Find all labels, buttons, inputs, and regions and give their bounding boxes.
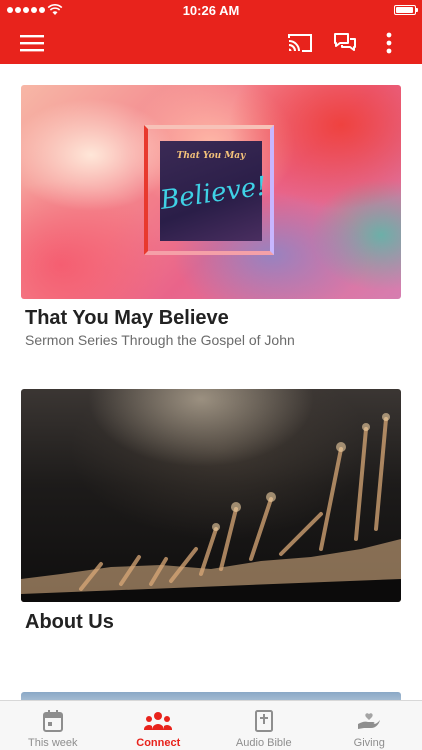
status-bar: 10:26 AM bbox=[0, 0, 422, 22]
series-cover-art: That You May Believe! bbox=[158, 141, 269, 241]
chat-bubbles-icon bbox=[334, 33, 356, 51]
tab-this-week[interactable]: This week bbox=[0, 701, 106, 750]
tab-label: Audio Bible bbox=[235, 737, 292, 749]
raised-hands-silhouette bbox=[21, 413, 401, 602]
tab-audio-bible[interactable]: Audio Bible bbox=[211, 701, 317, 750]
menu-button[interactable] bbox=[14, 29, 50, 57]
app-bar bbox=[0, 22, 422, 64]
feed: That You May Believe! That You May Belie… bbox=[0, 64, 422, 700]
card-subtitle: Sermon Series Through the Gospel of John bbox=[25, 332, 295, 348]
bottom-tab-bar: This week Connect Audio Bible Giving bbox=[0, 700, 422, 750]
tab-label: Giving bbox=[353, 737, 385, 749]
about-us-image[interactable] bbox=[21, 389, 401, 602]
card-title[interactable]: That You May Believe bbox=[25, 307, 229, 330]
calendar-icon bbox=[42, 710, 63, 732]
card-title[interactable]: About Us bbox=[25, 611, 114, 634]
tab-connect[interactable]: Connect bbox=[106, 701, 212, 750]
people-group-icon bbox=[144, 712, 173, 730]
app-header: 10:26 AM bbox=[0, 0, 422, 64]
chat-button[interactable] bbox=[330, 28, 360, 58]
cover-title-line2: Believe! bbox=[158, 171, 269, 216]
sermon-series-image[interactable]: That You May Believe! bbox=[21, 85, 401, 299]
bible-icon bbox=[254, 710, 273, 732]
more-options-button[interactable] bbox=[377, 28, 401, 58]
tab-label: Connect bbox=[136, 737, 181, 749]
tab-giving[interactable]: Giving bbox=[317, 701, 422, 750]
hamburger-menu-icon bbox=[20, 35, 44, 52]
cast-icon bbox=[288, 34, 312, 52]
tab-label: This week bbox=[27, 737, 78, 749]
giving-hand-icon bbox=[358, 713, 381, 729]
cover-title-line1: That You May bbox=[176, 151, 246, 161]
status-time: 10:26 AM bbox=[182, 3, 240, 18]
next-card-image[interactable] bbox=[21, 692, 401, 700]
cast-button[interactable] bbox=[285, 28, 315, 58]
more-vertical-icon bbox=[386, 32, 392, 54]
battery-icon bbox=[394, 5, 418, 15]
